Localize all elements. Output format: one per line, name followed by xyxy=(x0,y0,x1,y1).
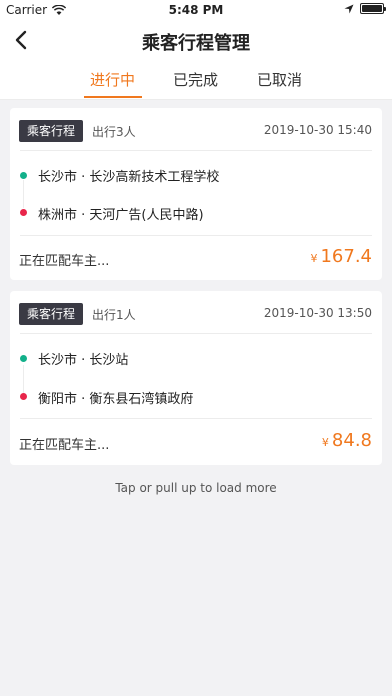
passenger-count: 出行3人 xyxy=(92,125,136,139)
trip-card[interactable]: 乘客行程 出行1人 2019-10-30 13:50 长沙市 · 长沙站 衡阳市… xyxy=(10,291,382,465)
origin-dot-icon xyxy=(20,355,27,362)
divider xyxy=(20,235,372,236)
trip-datetime: 2019-10-30 15:40 xyxy=(263,123,372,137)
status-bar: Carrier 5:48 PM xyxy=(0,0,392,20)
currency-symbol: ¥ xyxy=(310,252,318,265)
divider xyxy=(20,418,372,419)
trip-card[interactable]: 乘客行程 出行3人 2019-10-30 15:40 长沙市 · 长沙高新技术工… xyxy=(10,108,382,280)
trip-card-header: 乘客行程 出行3人 2019-10-30 15:40 xyxy=(10,108,382,150)
trip-datetime: 2019-10-30 13:50 xyxy=(263,306,372,320)
trip-price: ¥ 84.8 xyxy=(322,430,372,451)
origin-dot-icon xyxy=(20,172,27,179)
trip-type-tag: 乘客行程 xyxy=(19,303,84,325)
destination-location: 衡阳市 · 衡东县石湾镇政府 xyxy=(38,392,194,407)
trip-type-tag: 乘客行程 xyxy=(19,120,84,142)
nav-bar: 乘客行程管理 xyxy=(0,20,392,60)
origin-location: 长沙市 · 长沙站 xyxy=(38,353,129,368)
trip-status: 正在匹配车主... xyxy=(19,438,110,453)
origin-location: 长沙市 · 长沙高新技术工程学校 xyxy=(38,170,220,185)
trip-card-header: 乘客行程 出行1人 2019-10-30 13:50 xyxy=(10,291,382,333)
tab-cancelled[interactable]: 已取消 xyxy=(257,69,302,90)
battery-level xyxy=(362,5,382,12)
trip-price: ¥ 167.4 xyxy=(310,246,372,267)
status-time: 5:48 PM xyxy=(168,3,224,17)
currency-symbol: ¥ xyxy=(321,436,329,449)
passenger-count: 出行1人 xyxy=(92,308,136,322)
battery-icon xyxy=(360,3,386,14)
divider xyxy=(20,333,372,334)
active-tab-indicator xyxy=(84,96,142,98)
load-more-hint[interactable]: Tap or pull up to load more xyxy=(0,481,392,495)
tab-bar: 进行中 已完成 已取消 xyxy=(0,60,392,100)
price-amount: 167.4 xyxy=(320,246,372,267)
divider xyxy=(20,150,372,151)
price-amount: 84.8 xyxy=(331,430,372,451)
destination-dot-icon xyxy=(20,209,27,216)
route-connector xyxy=(23,180,24,208)
destination-dot-icon xyxy=(20,393,27,400)
tab-in-progress[interactable]: 进行中 xyxy=(90,69,135,90)
destination-location: 株洲市 · 天河广告(人民中路) xyxy=(38,208,204,223)
page-title: 乘客行程管理 xyxy=(142,33,250,54)
location-arrow-icon xyxy=(344,4,354,13)
tab-completed[interactable]: 已完成 xyxy=(173,69,218,90)
route-connector xyxy=(23,365,24,393)
trip-status: 正在匹配车主... xyxy=(19,254,110,269)
status-right xyxy=(344,3,386,14)
